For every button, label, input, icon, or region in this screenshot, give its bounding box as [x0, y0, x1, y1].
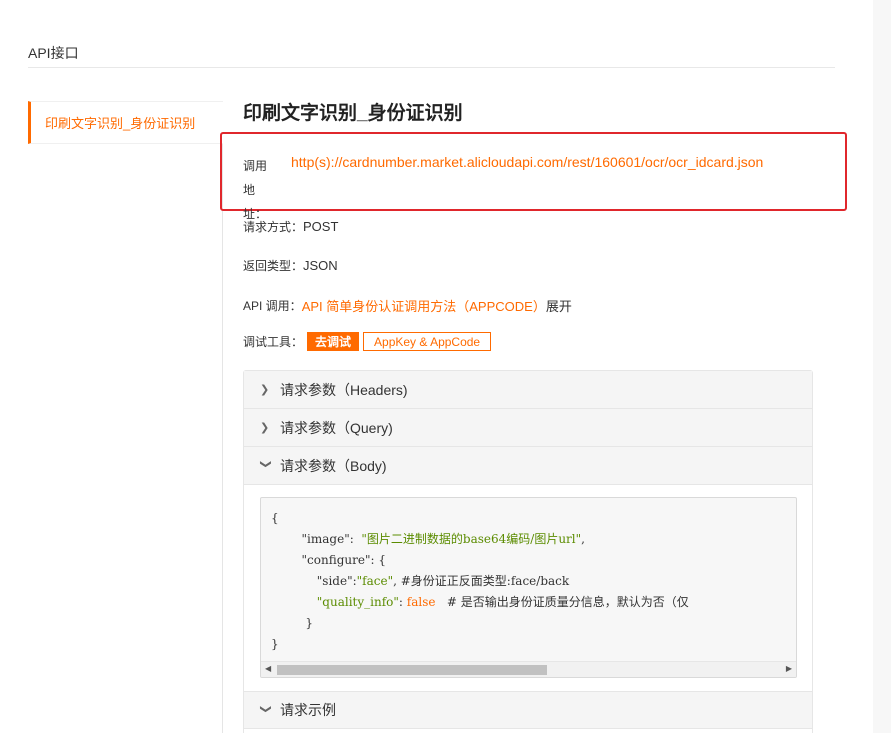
code-punct: : [398, 595, 407, 609]
section-headers-label: 请求参数（Headers) [280, 381, 408, 398]
appkey-appcode-button[interactable]: AppKey & AppCode [363, 332, 492, 351]
sidebar-item-idcard-ocr[interactable]: 印刷文字识别_身份证识别 [28, 101, 223, 144]
call-row: API 调用： API 简单身份认证调用方法（APPCODE） 展开 [243, 296, 572, 315]
expand-link[interactable]: 展开 [546, 296, 572, 315]
return-value: JSON [303, 258, 338, 273]
method-value: POST [303, 219, 339, 234]
tools-label: 调试工具： [243, 335, 304, 349]
right-scroll-rail[interactable] [873, 0, 891, 733]
method-label: 请求方式： [243, 220, 304, 234]
call-label: API 调用： [243, 299, 302, 313]
section-body-label: 请求参数（Body) [280, 457, 387, 474]
page-title: API接口 [28, 45, 79, 61]
code-string: "face" [356, 574, 394, 588]
code-punct: : { [370, 553, 386, 567]
call-method-link[interactable]: API 简单身份认证调用方法（APPCODE） [302, 296, 546, 315]
scroll-left-icon[interactable]: ◀ [265, 664, 271, 673]
chevron-down-icon: ❯ [259, 459, 272, 469]
code-line: { [271, 511, 279, 525]
highlight-box [220, 132, 847, 211]
horizontal-scrollbar[interactable]: ◀ ▶ [261, 661, 796, 677]
code-punct: , [581, 532, 585, 546]
code-content: { "image": "图片二进制数据的base64编码/图片url", "co… [271, 508, 689, 655]
return-label: 返回类型： [243, 259, 304, 273]
chevron-right-icon: ❯ [260, 384, 270, 396]
params-panel: ❯ 请求参数（Headers) ❯ 请求参数（Query) ❯ 请求参数（Bod… [243, 370, 813, 733]
sidebar-item-label: 印刷文字识别_身份证识别 [45, 116, 196, 131]
code-key: "quality_info" [316, 595, 399, 609]
code-key: "configure" [301, 553, 371, 567]
code-key: "image" [301, 532, 350, 546]
url-label-line1: 调用地 [243, 159, 268, 197]
section-request-example-label: 请求示例 [280, 702, 336, 718]
section-request-example[interactable]: ❯ 请求示例 [244, 691, 812, 729]
url-label: 调用地 址： [243, 154, 273, 226]
code-comment: # 是否输出身份证质量分信息，默认为否（仅 [435, 595, 689, 609]
code-string: "图片二进制数据的base64编码/图片url" [361, 532, 582, 546]
api-url-link[interactable]: http(s)://cardnumber.market.alicloudapi.… [291, 154, 763, 170]
code-punct: : [349, 532, 362, 546]
code-line: } [271, 637, 279, 651]
chevron-right-icon: ❯ [260, 422, 270, 434]
code-line: } [305, 616, 313, 630]
return-row: 返回类型： JSON [243, 257, 338, 274]
sidebar: 印刷文字识别_身份证识别 [28, 101, 223, 733]
api-title: 印刷文字识别_身份证识别 [243, 103, 463, 124]
scroll-right-icon[interactable]: ▶ [786, 664, 792, 673]
section-query[interactable]: ❯ 请求参数（Query) [244, 409, 812, 447]
section-query-label: 请求参数（Query) [280, 419, 393, 436]
section-body[interactable]: ❯ 请求参数（Body) [244, 447, 812, 485]
scroll-thumb[interactable] [277, 665, 547, 675]
code-comment: , #身份证正反面类型:face/back [393, 574, 570, 588]
code-keyword: false [406, 595, 436, 609]
method-row: 请求方式： POST [243, 218, 338, 235]
chevron-down-icon: ❯ [259, 704, 272, 714]
code-key: "side" [316, 574, 353, 588]
debug-button[interactable]: 去调试 [307, 332, 360, 351]
body-code-block[interactable]: { "image": "图片二进制数据的base64编码/图片url", "co… [260, 497, 797, 678]
tools-row: 调试工具： 去调试 AppKey & AppCode [243, 332, 492, 351]
section-headers[interactable]: ❯ 请求参数（Headers) [244, 371, 812, 409]
title-divider [28, 67, 835, 68]
